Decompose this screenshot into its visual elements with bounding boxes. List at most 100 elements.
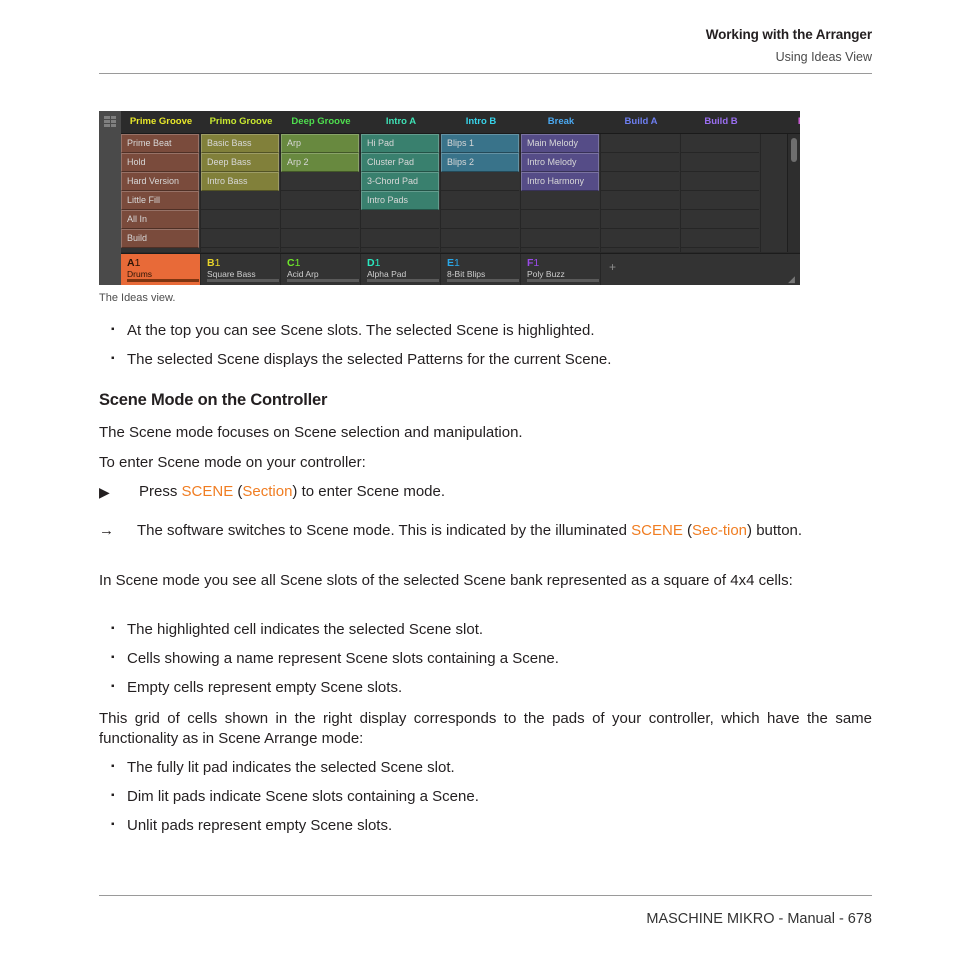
scene-slot[interactable]: P [761, 111, 800, 133]
paragraph-scene-focus: The Scene mode focuses on Scene selectio… [99, 424, 523, 441]
scene-slot[interactable]: Prime Groove [121, 111, 201, 133]
pattern-cell-empty[interactable] [601, 229, 679, 248]
pattern-cell-empty[interactable] [521, 229, 599, 248]
pattern-cell[interactable]: Arp 2 [281, 153, 359, 172]
pattern-cell[interactable]: Arp [281, 134, 359, 153]
step-text-3: ) to enter Scene mode. [292, 483, 446, 500]
pattern-cell-empty[interactable] [681, 191, 759, 210]
pattern-cell-empty[interactable] [201, 210, 279, 229]
list-item: Empty cells represent empty Scene slots. [99, 677, 872, 698]
pattern-cell-empty[interactable] [601, 210, 679, 229]
pattern-cell-empty[interactable] [281, 172, 359, 191]
group-slot[interactable]: A1 Drums [121, 254, 201, 285]
pattern-cell-empty[interactable] [601, 172, 679, 191]
pattern-cell-empty[interactable] [441, 172, 519, 191]
pattern-cell-empty[interactable] [681, 134, 759, 153]
pattern-cell-empty[interactable] [201, 191, 279, 210]
ui-ref-section: Section [242, 483, 293, 500]
pattern-cell[interactable]: Intro Harmony [521, 172, 599, 191]
scene-slot[interactable]: Deep Groove [281, 111, 361, 133]
pattern-cell-empty[interactable] [681, 210, 759, 229]
pattern-cell-empty[interactable] [601, 191, 679, 210]
group-index: E1 [447, 257, 460, 269]
result-text-3: ) button. [747, 522, 803, 539]
pattern-column: Blips 1 Blips 2 [441, 134, 521, 252]
group-index: F1 [527, 257, 540, 269]
pattern-scrollbar[interactable] [787, 134, 800, 252]
grid-view-icon[interactable] [104, 116, 116, 127]
pattern-column: Arp Arp 2 [281, 134, 361, 252]
group-level-bar [127, 279, 199, 282]
running-head: Working with the Arranger Using Ideas Vi… [99, 26, 872, 66]
add-group-button[interactable]: + [601, 254, 616, 285]
pattern-cell[interactable]: Hi Pad [361, 134, 439, 153]
scene-slot[interactable]: Break [521, 111, 601, 133]
group-slot[interactable]: F1 Poly Buzz [521, 254, 601, 285]
step-marker-icon: ▶ [99, 484, 110, 500]
header-rule [99, 73, 872, 74]
group-slot[interactable]: B1 Square Bass [201, 254, 281, 285]
step-press-scene: ▶ Press SCENE (Section) to enter Scene mo… [99, 482, 872, 502]
pattern-scrollbar-thumb[interactable] [791, 138, 797, 162]
pattern-cell-empty[interactable] [281, 191, 359, 210]
pattern-cell-empty[interactable] [441, 191, 519, 210]
page-footer: MASCHINE MIKRO - Manual - 678 [646, 911, 872, 927]
pattern-cell[interactable]: Intro Pads [361, 191, 439, 210]
ideas-view-screenshot: Prime Groove Primo Groove Deep Groove Intro… [99, 111, 800, 285]
scene-slot[interactable]: Intro B [441, 111, 521, 133]
pattern-cell[interactable]: Blips 1 [441, 134, 519, 153]
ui-ref-scene-2: SCENE [631, 522, 683, 539]
pattern-cell-empty[interactable] [281, 229, 359, 248]
group-slot[interactable]: C1 Acid Arp [281, 254, 361, 285]
figure-caption: The Ideas view. [99, 292, 176, 304]
scene-slot[interactable]: Build B [681, 111, 761, 133]
pattern-cell[interactable]: Hold [121, 153, 199, 172]
pattern-cell-empty[interactable] [681, 172, 759, 191]
pattern-cell[interactable]: Cluster Pad [361, 153, 439, 172]
scene-slot[interactable]: Intro A [361, 111, 441, 133]
pattern-cell-empty[interactable] [361, 229, 439, 248]
paragraph-scene-grid: In Scene mode you see all Scene slots of… [99, 572, 793, 589]
pattern-cell[interactable]: Prime Beat [121, 134, 199, 153]
group-level-bar [447, 279, 519, 282]
pattern-cell[interactable]: All In [121, 210, 199, 229]
scene-slot[interactable]: Primo Groove [201, 111, 281, 133]
group-number: 1 [294, 257, 301, 269]
pattern-cell-empty[interactable] [521, 191, 599, 210]
pattern-cell[interactable]: Blips 2 [441, 153, 519, 172]
pattern-cell[interactable]: Build [121, 229, 199, 248]
list-item: The selected Scene displays the selected… [99, 349, 872, 370]
ui-ref-scene: SCENE [181, 483, 234, 500]
pattern-cell-empty[interactable] [281, 210, 359, 229]
group-slot[interactable]: E1 8-Bit Blips [441, 254, 521, 285]
pattern-cell-empty[interactable] [201, 229, 279, 248]
scene-slot[interactable]: Build A [601, 111, 681, 133]
list-item: Unlit pads represent empty Scene slots. [99, 815, 872, 836]
bullet-list-ideas-view: At the top you can see Scene slots. The … [99, 320, 872, 370]
pattern-cell[interactable]: Deep Bass [201, 153, 279, 172]
pattern-cell[interactable]: Basic Bass [201, 134, 279, 153]
pattern-cell[interactable]: Intro Bass [201, 172, 279, 191]
pattern-cell-empty[interactable] [521, 210, 599, 229]
list-item: Dim lit pads indicate Scene slots contai… [99, 786, 872, 807]
pattern-cell[interactable]: Main Melody [521, 134, 599, 153]
scene-slot-row: Prime Groove Primo Groove Deep Groove Intro… [121, 111, 800, 134]
pattern-cell-empty[interactable] [681, 153, 759, 172]
view-rail [99, 111, 121, 285]
group-slot[interactable]: D1 Alpha Pad [361, 254, 441, 285]
pattern-cell-empty[interactable] [441, 210, 519, 229]
pattern-cell[interactable]: Hard Version [121, 172, 199, 191]
resize-grip-icon[interactable]: ◢ [788, 275, 797, 284]
pattern-cell-empty[interactable] [441, 229, 519, 248]
pattern-grid: Main Melody Intro Melody Intro Harmony Blip… [121, 134, 800, 252]
pattern-cell-empty[interactable] [361, 210, 439, 229]
running-head-title: Working with the Arranger [705, 27, 872, 42]
pattern-cell[interactable]: Little Fill [121, 191, 199, 210]
pattern-cell-empty[interactable] [681, 229, 759, 248]
pattern-cell-empty[interactable] [601, 153, 679, 172]
pattern-cell[interactable]: Intro Melody [521, 153, 599, 172]
group-number: 1 [454, 257, 460, 269]
pattern-cell-empty[interactable] [601, 134, 679, 153]
pattern-cell[interactable]: 3-Chord Pad [361, 172, 439, 191]
group-level-bar [367, 279, 439, 282]
